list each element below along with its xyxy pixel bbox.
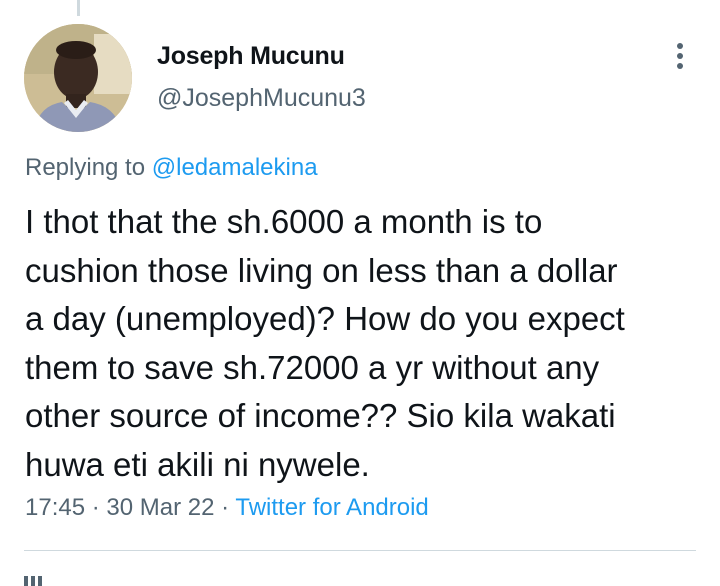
avatar-photo: [24, 24, 132, 132]
tweet-text: I thot that the sh.6000 a month is to cu…: [25, 203, 625, 483]
replying-to: Replying to @ledamalekina: [25, 154, 318, 182]
author-name[interactable]: Joseph Mucunu: [157, 42, 345, 71]
author-handle[interactable]: @JosephMucunu3: [157, 84, 366, 113]
meta-separator: ·: [85, 494, 107, 521]
truncated-next-row: [24, 576, 54, 586]
more-options-button[interactable]: [664, 38, 696, 74]
tweet-date[interactable]: 30 Mar 22: [106, 494, 214, 521]
tweet-metadata: 17:45 · 30 Mar 22 · Twitter for Android: [25, 494, 429, 522]
avatar[interactable]: [24, 24, 132, 132]
meta-separator: ·: [214, 494, 236, 521]
thread-connector-line: [77, 0, 80, 16]
reply-mention-link[interactable]: @ledamalekina: [152, 154, 318, 181]
divider: [24, 550, 696, 551]
replying-to-label: Replying to: [25, 154, 146, 181]
tweet-source-link[interactable]: Twitter for Android: [235, 494, 428, 521]
tweet-time[interactable]: 17:45: [25, 494, 85, 521]
